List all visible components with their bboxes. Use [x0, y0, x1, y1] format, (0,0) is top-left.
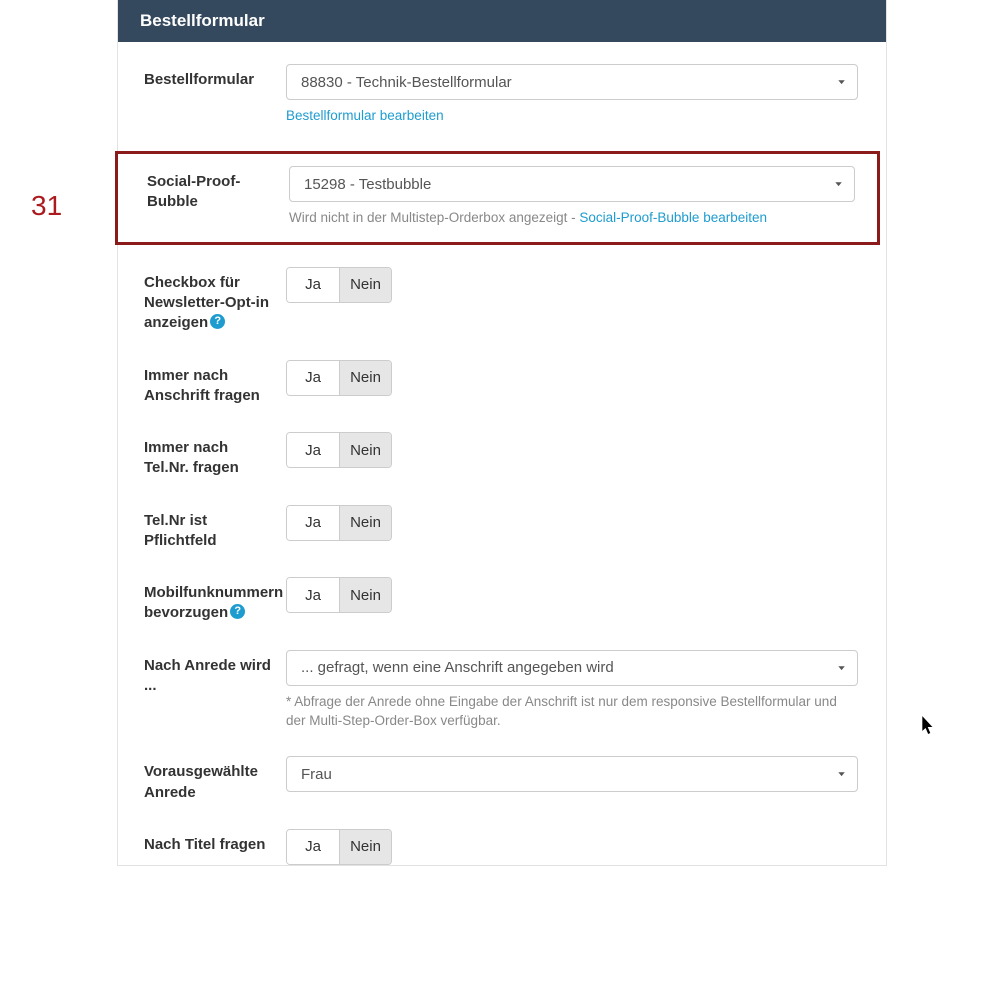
select-vor-anrede[interactable]: Frau — [286, 756, 858, 792]
row-social-proof: Social-Proof-Bubble 15298 - Testbubble W… — [118, 166, 855, 228]
toggle-ja[interactable]: Ja — [287, 361, 339, 395]
annotation-number: 31 — [31, 190, 62, 222]
label-anschrift: Immer nach Anschrift fragen — [118, 360, 286, 407]
toggle-newsletter-optin: Ja Nein — [286, 267, 392, 303]
label-social-proof: Social-Proof-Bubble — [121, 166, 289, 213]
toggle-ja[interactable]: Ja — [287, 578, 339, 612]
toggle-nein[interactable]: Nein — [339, 578, 391, 612]
row-titel: Nach Titel fragen Ja Nein — [118, 829, 858, 865]
toggle-titel: Ja Nein — [286, 829, 392, 865]
label-vor-anrede: Vorausgewählte Anrede — [118, 756, 286, 803]
highlight-social-proof: Social-Proof-Bubble 15298 - Testbubble W… — [115, 151, 880, 245]
toggle-anschrift: Ja Nein — [286, 360, 392, 396]
label-telnr-req: Tel.Nr ist Pflichtfeld — [118, 505, 286, 552]
label-anrede: Nach Anrede wird ... — [118, 650, 286, 697]
row-vor-anrede: Vorausgewählte Anrede Frau — [118, 756, 858, 803]
row-bestellformular: Bestellformular 88830 - Technik-Bestellf… — [118, 64, 858, 125]
row-mobil: Mobilfunknummern bevorzugen? Ja Nein — [118, 577, 858, 624]
toggle-ja[interactable]: Ja — [287, 268, 339, 302]
toggle-telnr: Ja Nein — [286, 432, 392, 468]
row-telnr-req: Tel.Nr ist Pflichtfeld Ja Nein — [118, 505, 858, 552]
select-social-proof[interactable]: 15298 - Testbubble — [289, 166, 855, 202]
hint-anrede: * Abfrage der Anrede ohne Eingabe der An… — [286, 693, 858, 731]
toggle-mobil: Ja Nein — [286, 577, 392, 613]
label-telnr: Immer nach Tel.Nr. fragen — [118, 432, 286, 479]
hint-social-proof-pre: Wird nicht in der Multistep-Orderbox ang… — [289, 210, 579, 225]
help-icon[interactable]: ? — [230, 604, 245, 619]
row-telnr: Immer nach Tel.Nr. fragen Ja Nein — [118, 432, 858, 479]
toggle-nein[interactable]: Nein — [339, 830, 391, 864]
row-anrede: Nach Anrede wird ... ... gefragt, wenn e… — [118, 650, 858, 731]
cursor-icon — [922, 716, 936, 741]
toggle-nein[interactable]: Nein — [339, 361, 391, 395]
settings-panel: Bestellformular Bestellformular 88830 - … — [117, 0, 887, 866]
toggle-ja[interactable]: Ja — [287, 433, 339, 467]
toggle-nein[interactable]: Nein — [339, 268, 391, 302]
link-edit-social-proof[interactable]: Social-Proof-Bubble bearbeiten — [579, 210, 767, 225]
row-anschrift: Immer nach Anschrift fragen Ja Nein — [118, 360, 858, 407]
help-icon[interactable]: ? — [210, 314, 225, 329]
link-edit-bestellformular[interactable]: Bestellformular bearbeiten — [286, 108, 444, 123]
label-newsletter-optin: Checkbox für Newsletter-Opt-in anzeigen — [144, 274, 269, 332]
panel-title: Bestellformular — [118, 0, 886, 42]
toggle-ja[interactable]: Ja — [287, 506, 339, 540]
panel-body: Bestellformular 88830 - Technik-Bestellf… — [118, 42, 886, 865]
select-bestellformular[interactable]: 88830 - Technik-Bestellformular — [286, 64, 858, 100]
toggle-telnr-req: Ja Nein — [286, 505, 392, 541]
toggle-nein[interactable]: Nein — [339, 506, 391, 540]
label-mobil: Mobilfunknummern bevorzugen — [144, 584, 283, 621]
toggle-nein[interactable]: Nein — [339, 433, 391, 467]
row-newsletter-optin: Checkbox für Newsletter-Opt-in anzeigen?… — [118, 267, 858, 334]
toggle-ja[interactable]: Ja — [287, 830, 339, 864]
label-titel: Nach Titel fragen — [118, 829, 286, 855]
select-anrede[interactable]: ... gefragt, wenn eine Anschrift angegeb… — [286, 650, 858, 686]
label-bestellformular: Bestellformular — [118, 64, 286, 90]
